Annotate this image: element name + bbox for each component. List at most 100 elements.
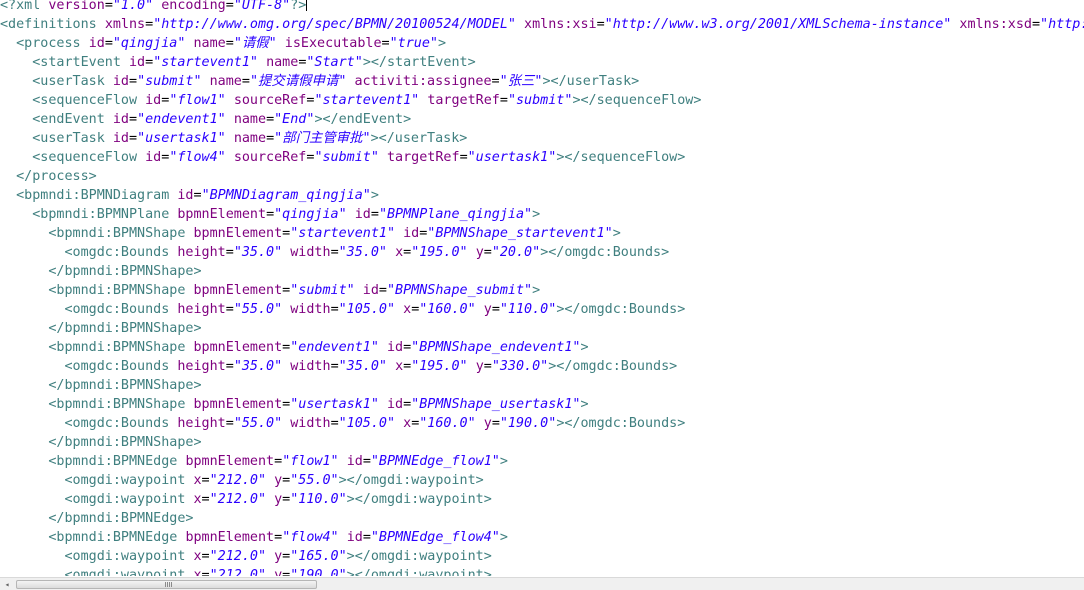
code-token: = bbox=[403, 340, 412, 355]
code-line: <bpmndi:BPMNEdge bpmnElement="flow4" id=… bbox=[0, 528, 508, 547]
code-token: ></omgdi:waypoint> bbox=[346, 549, 492, 564]
code-line: <bpmndi:BPMNShape bpmnElement = "submit" i… bbox=[0, 281, 540, 300]
code-token: id bbox=[145, 93, 162, 108]
code-token: = bbox=[104, 0, 113, 13]
code-token: <bpmndi:BPMNShape bbox=[0, 397, 194, 412]
code-token: "张三" bbox=[499, 74, 543, 89]
code-token: "flow4" bbox=[282, 530, 339, 545]
code-token: = bbox=[266, 207, 275, 222]
code-token: y bbox=[274, 549, 283, 564]
code-token: = bbox=[403, 397, 412, 412]
code-token: y bbox=[274, 568, 283, 576]
code-token: height bbox=[177, 245, 226, 260]
code-line: <omgdi:waypoint x="212.0" y="165.0"></om… bbox=[0, 547, 492, 566]
code-token: = bbox=[330, 416, 339, 431]
code-token: id bbox=[177, 188, 194, 203]
code-token: name bbox=[193, 36, 226, 51]
code-token: = bbox=[129, 74, 138, 89]
code-line: <sequenceFlow id="flow1" sourceRef="star… bbox=[0, 91, 701, 110]
code-token: "请假" bbox=[233, 36, 277, 51]
code-token: width bbox=[290, 359, 331, 374]
code-token: ></sequenceFlow> bbox=[572, 93, 702, 108]
scrollbar-thumb[interactable] bbox=[16, 580, 317, 589]
code-token: ></startEvent> bbox=[362, 55, 476, 70]
code-line: <omgdi:waypoint x="212.0" y="110.0"></om… bbox=[0, 490, 491, 509]
code-token: = bbox=[104, 36, 113, 51]
code-token: width bbox=[290, 302, 331, 317]
code-token: = bbox=[596, 17, 605, 32]
code-token: activiti:assignee bbox=[354, 74, 492, 89]
code-token: bpmnElement bbox=[193, 226, 283, 241]
code-token: "flow1" bbox=[282, 454, 339, 469]
code-token: ></omgdc:Bounds> bbox=[556, 302, 686, 317]
code-token: </bpmndi:BPMNEdge> bbox=[0, 511, 194, 526]
code-token: "BPMNDiagram_qingjia" bbox=[201, 188, 371, 203]
code-token: xmlns:xsi bbox=[524, 17, 597, 32]
code-token: "190.0" bbox=[499, 416, 557, 431]
code-token: x bbox=[193, 568, 202, 576]
code-token: name bbox=[266, 55, 299, 70]
code-token: = bbox=[483, 245, 492, 260]
code-token: x bbox=[193, 549, 202, 564]
code-token: "195.0" bbox=[411, 245, 468, 260]
code-token: id bbox=[112, 74, 129, 89]
code-token: x bbox=[395, 245, 404, 260]
code-token: id bbox=[88, 36, 105, 51]
code-line: <bpmndi:BPMNShape bpmnElement = "usertask1… bbox=[0, 395, 588, 414]
code-token: </process> bbox=[0, 169, 97, 184]
code-line: <omgdc:Bounds height="35.0" width="35.0"… bbox=[0, 357, 677, 376]
code-token: "usertask1" bbox=[290, 397, 379, 412]
code-token: id bbox=[112, 112, 129, 127]
code-token: <process bbox=[0, 36, 89, 51]
code-token: <endEvent bbox=[0, 112, 113, 127]
code-token: ></endEvent> bbox=[314, 112, 412, 127]
code-token: "35.0" bbox=[233, 245, 283, 260]
code-token: "190.0" bbox=[290, 568, 347, 576]
code-token: "212.0" bbox=[209, 492, 267, 507]
horizontal-scrollbar[interactable]: ◂ bbox=[0, 577, 1084, 590]
code-line: <omgdc:Bounds height="35.0" width="35.0"… bbox=[0, 243, 669, 262]
code-token: y bbox=[483, 302, 492, 317]
code-token: ></omgdc:Bounds> bbox=[540, 245, 670, 260]
code-token: "End" bbox=[274, 112, 315, 127]
code-token: ?> bbox=[290, 0, 307, 13]
code-token: = bbox=[201, 492, 210, 507]
code-token: = bbox=[330, 359, 339, 374]
code-token: = bbox=[330, 245, 339, 260]
scroll-left-arrow-icon[interactable]: ◂ bbox=[2, 580, 12, 589]
code-token: x bbox=[193, 473, 202, 488]
code-token: ></omgdi:waypoint> bbox=[338, 473, 484, 488]
code-token: = bbox=[225, 416, 234, 431]
code-token: = bbox=[225, 0, 234, 13]
code-token: <bpmndi:BPMNShape bbox=[0, 340, 194, 355]
code-token: = bbox=[491, 416, 500, 431]
code-token: x bbox=[193, 492, 202, 507]
code-token: = bbox=[491, 74, 500, 89]
code-token: <definitions bbox=[0, 17, 105, 32]
code-token: <omgdi:waypoint bbox=[0, 473, 194, 488]
code-token: <bpmndi:BPMNShape bbox=[0, 283, 194, 298]
code-token: = bbox=[201, 549, 210, 564]
code-token: <userTask bbox=[0, 131, 113, 146]
code-token: xmlns:xsd bbox=[959, 17, 1032, 32]
xml-source-editor[interactable]: <?xml version="1.0" encoding="UTF-8"?> <d… bbox=[0, 0, 1084, 576]
code-token: <omgdi:waypoint bbox=[0, 549, 194, 564]
code-line: <endEvent id="endevent1" name="End"></en… bbox=[0, 110, 411, 129]
code-token: "submit" bbox=[290, 283, 355, 298]
code-token: width bbox=[290, 416, 331, 431]
code-token: ></omgdc:Bounds> bbox=[556, 416, 686, 431]
code-token: <bpmndi:BPMNDiagram bbox=[0, 188, 178, 203]
code-line: </bpmndi:BPMNShape> bbox=[0, 262, 201, 281]
code-token: <?xml bbox=[0, 0, 49, 13]
code-line: <process id="qingjia" name="请假" isExecut… bbox=[0, 34, 446, 53]
